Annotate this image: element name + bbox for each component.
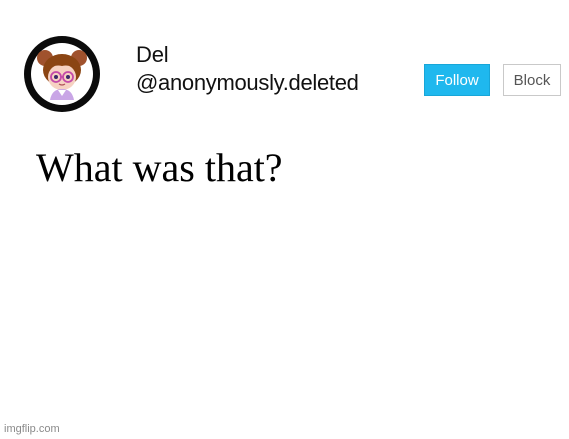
block-button[interactable]: Block	[503, 64, 561, 96]
imgflip-watermark: imgflip.com	[4, 423, 60, 435]
template-canvas: Del @anonymously.deleted Follow Block Wh…	[0, 0, 569, 439]
profile-handle[interactable]: @anonymously.deleted	[136, 72, 359, 94]
avatar-chibi-girl-icon	[31, 43, 93, 105]
avatar[interactable]	[24, 36, 100, 112]
follow-button[interactable]: Follow	[424, 64, 490, 96]
profile-display-name: Del	[136, 42, 169, 67]
post-text: What was that?	[36, 145, 283, 190]
